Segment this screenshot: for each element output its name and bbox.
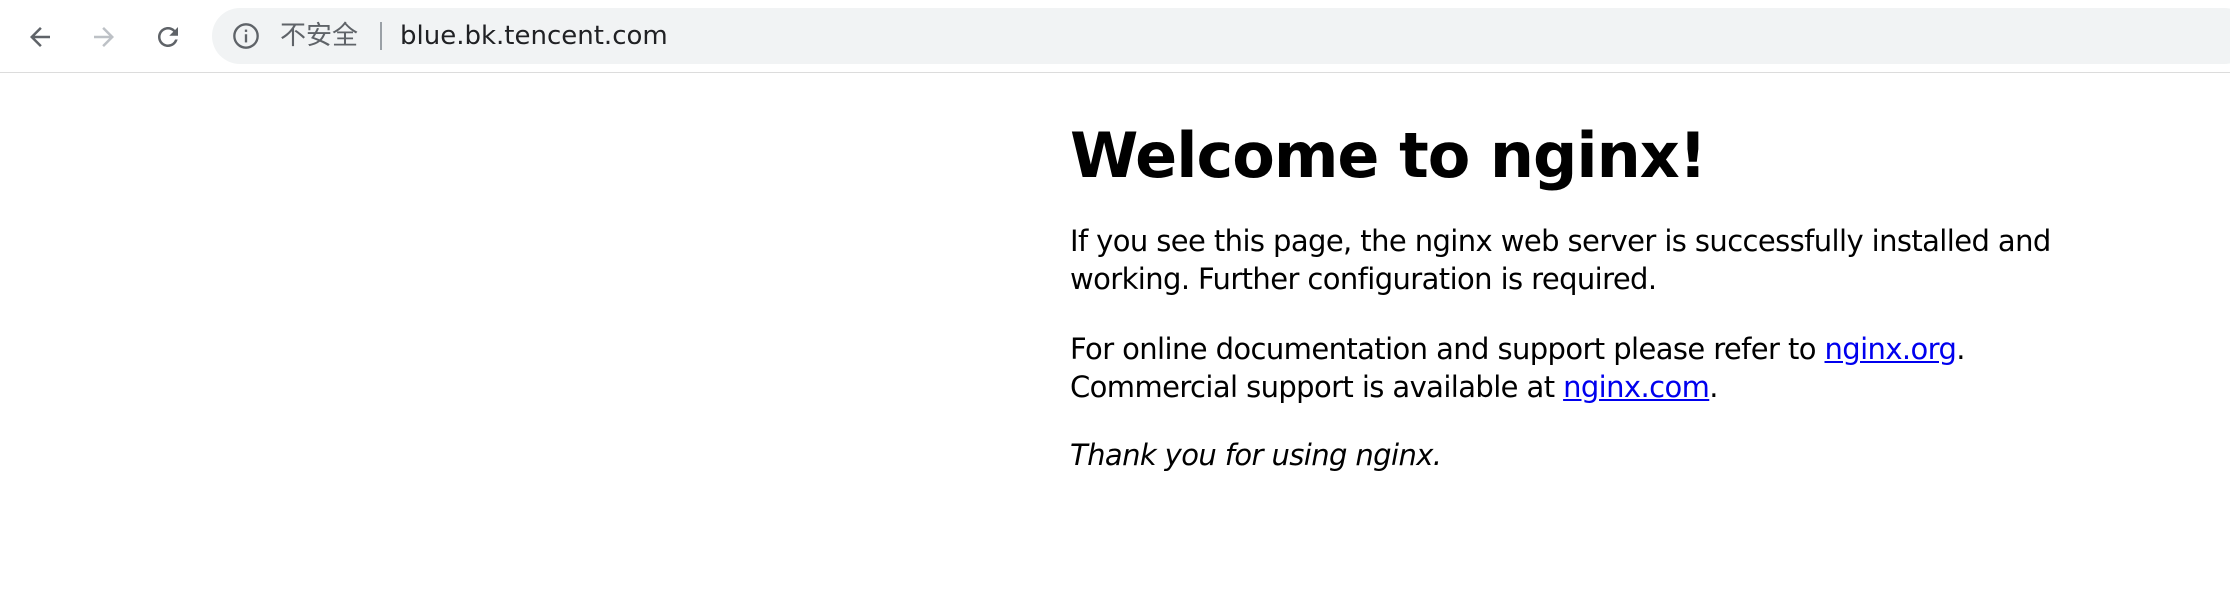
url-text[interactable]: blue.bk.tencent.com: [400, 8, 668, 64]
arrow-right-icon: [94, 27, 114, 47]
address-divider: [380, 22, 382, 50]
thanks-paragraph: Thank you for using nginx.: [1070, 438, 1442, 472]
intro-paragraph: If you see this page, the nginx web serv…: [1070, 222, 2150, 298]
reload-button[interactable]: [148, 17, 188, 57]
support-line-2: Commercial support is available at nginx…: [1070, 368, 2150, 406]
info-circle-icon[interactable]: [232, 22, 260, 50]
support-paragraph: For online documentation and support ple…: [1070, 330, 2150, 406]
support-line-1: For online documentation and support ple…: [1070, 330, 2150, 368]
commercial-text: Commercial support is available at: [1070, 370, 1564, 404]
intro-line-1: If you see this page, the nginx web serv…: [1070, 224, 2051, 258]
commercial-period: .: [1709, 370, 1718, 404]
docs-text: For online documentation and support ple…: [1070, 332, 1825, 366]
reload-icon: [158, 27, 178, 47]
address-bar[interactable]: 不安全 blue.bk.tencent.com: [212, 8, 2230, 64]
nginx-org-link[interactable]: nginx.org: [1825, 332, 1957, 366]
security-status-label[interactable]: 不安全: [280, 8, 358, 64]
intro-line-2: working. Further configuration is requir…: [1070, 262, 1657, 296]
forward-button[interactable]: [84, 17, 124, 57]
page-content: Welcome to nginx! If you see this page, …: [1070, 118, 2150, 474]
back-button[interactable]: [20, 17, 60, 57]
arrow-left-icon: [30, 27, 50, 47]
browser-toolbar: 不安全 blue.bk.tencent.com: [0, 0, 2230, 73]
docs-period: .: [1956, 332, 1965, 366]
page-title: Welcome to nginx!: [1070, 119, 1707, 192]
nginx-com-link[interactable]: nginx.com: [1563, 370, 1710, 404]
